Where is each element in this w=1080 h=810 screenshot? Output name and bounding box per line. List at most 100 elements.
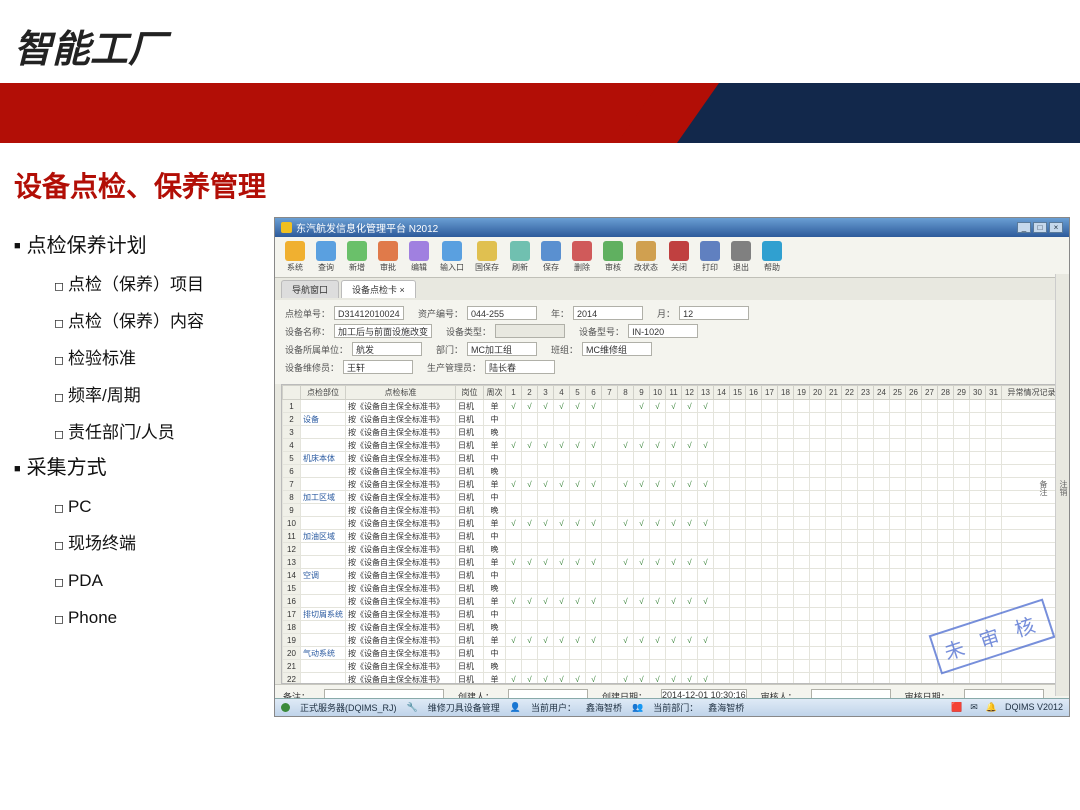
status-flag-icon: 🟥 [951,702,962,713]
input-班组[interactable]: MC维修组 [582,342,652,356]
toolbar-新增[interactable]: 新增 [343,240,371,274]
col-header[interactable]: 19 [794,386,810,400]
maximize-button[interactable]: □ [1033,222,1047,233]
table-row[interactable]: 17排切屑系统按《设备自主保全标准书》日机中 [283,608,1062,621]
col-header[interactable]: 点检部位 [301,386,346,400]
toolbar-查询[interactable]: 查询 [312,240,340,274]
table-row[interactable]: 22按《设备自主保全标准书》日机单√√√√√√√√√√√√ [283,673,1062,685]
col-header[interactable]: 3 [538,386,554,400]
toolbar-关闭[interactable]: 关闭 [665,240,693,274]
col-header[interactable]: 9 [634,386,650,400]
input-设备类型[interactable] [495,324,565,338]
status-version: DQIMS V2012 [1005,702,1063,713]
col-header[interactable]: 22 [842,386,858,400]
col-header[interactable] [283,386,301,400]
col-header[interactable]: 12 [682,386,698,400]
col-header[interactable]: 31 [986,386,1002,400]
input-月[interactable]: 12 [679,306,749,320]
titlebar[interactable]: 东汽航发信息化管理平台 N2012 _ □ × [275,218,1069,237]
statusbar: 正式服务器(DQIMS_RJ) 🔧维修刀具设备管理 👤当前用户：鑫海智桥 👥当前… [275,698,1069,716]
input-设备所属单位[interactable]: 航发 [352,342,422,356]
status-bell-icon: 🔔 [986,702,997,713]
toolbar-输入口[interactable]: 输入口 [436,240,468,274]
toolbar-打印[interactable]: 打印 [696,240,724,274]
col-header[interactable]: 1 [506,386,522,400]
minimize-button[interactable]: _ [1017,222,1031,233]
input-设备型号[interactable]: IN-1020 [628,324,698,338]
toolbar: 系统查询新增审批编辑输入口国保存刷新保存删除审核改状态关闭打印退出帮助 [275,237,1069,278]
table-row[interactable]: 10按《设备自主保全标准书》日机单√√√√√√√√√√√√ [283,517,1062,530]
col-header[interactable]: 14 [714,386,730,400]
col-header[interactable]: 4 [554,386,570,400]
col-header[interactable]: 20 [810,386,826,400]
col-header[interactable]: 10 [650,386,666,400]
input-年[interactable]: 2014 [573,306,643,320]
toolbar-国保存[interactable]: 国保存 [471,240,503,274]
col-header[interactable]: 29 [954,386,970,400]
input-设备维修员[interactable]: 王轩 [343,360,413,374]
col-header[interactable]: 18 [778,386,794,400]
table-row[interactable]: 3按《设备自主保全标准书》日机晚 [283,426,1062,439]
toolbar-系统[interactable]: 系统 [281,240,309,274]
col-header[interactable]: 28 [938,386,954,400]
toolbar-编辑[interactable]: 编辑 [405,240,433,274]
col-header[interactable]: 岗位 [456,386,484,400]
input-部门[interactable]: MC加工组 [467,342,537,356]
col-header[interactable]: 30 [970,386,986,400]
toolbar-审批[interactable]: 审批 [374,240,402,274]
input-设备名称[interactable]: 加工后与前面设施改变 [334,324,432,338]
toolbar-退出[interactable]: 退出 [727,240,755,274]
table-row[interactable]: 4按《设备自主保全标准书》日机单√√√√√√√√√√√√ [283,439,1062,452]
bullet-item: 点检（保养）内容 [14,308,274,337]
table-row[interactable]: 14空调按《设备自主保全标准书》日机中 [283,569,1062,582]
right-side-tabs[interactable]: 注销 备注 [1055,274,1069,696]
toolbar-审核[interactable]: 审核 [599,240,627,274]
input-资产编号[interactable]: 044-255 [467,306,537,320]
col-header[interactable]: 26 [906,386,922,400]
col-header[interactable]: 5 [570,386,586,400]
input-点检单号[interactable]: D31412010024 [334,306,404,320]
bullet-group-1: 点检保养计划 [14,229,274,263]
table-row[interactable]: 2设备按《设备自主保全标准书》日机中 [283,413,1062,426]
table-row[interactable]: 7按《设备自主保全标准书》日机单√√√√√√√√√√√√ [283,478,1062,491]
col-header[interactable]: 11 [666,386,682,400]
table-row[interactable]: 12按《设备自主保全标准书》日机晚 [283,543,1062,556]
toolbar-帮助[interactable]: 帮助 [758,240,786,274]
col-header[interactable]: 17 [762,386,778,400]
table-row[interactable]: 15按《设备自主保全标准书》日机晚 [283,582,1062,595]
field-部门: 部门：MC加工组 [436,342,537,356]
col-header[interactable]: 23 [858,386,874,400]
toolbar-保存[interactable]: 保存 [537,240,565,274]
input-生产管理员[interactable]: 陆长春 [485,360,555,374]
table-row[interactable]: 9按《设备自主保全标准书》日机晚 [283,504,1062,517]
table-row[interactable]: 8加工区域按《设备自主保全标准书》日机中 [283,491,1062,504]
table-row[interactable]: 5机床本体按《设备自主保全标准书》日机中 [283,452,1062,465]
tab-nav[interactable]: 导航窗口 [281,280,339,298]
toolbar-改状态[interactable]: 改状态 [630,240,662,274]
status-system: 维修刀具设备管理 [428,701,500,714]
close-button[interactable]: × [1049,222,1063,233]
col-header[interactable]: 6 [586,386,602,400]
table-row[interactable]: 1按《设备自主保全标准书》日机单√√√√√√√√√√√ [283,400,1062,413]
col-header[interactable]: 7 [602,386,618,400]
col-header[interactable]: 8 [618,386,634,400]
col-header[interactable]: 周次 [484,386,506,400]
col-header[interactable]: 24 [874,386,890,400]
col-header[interactable]: 点检标准 [346,386,456,400]
col-header[interactable]: 27 [922,386,938,400]
col-header[interactable]: 16 [746,386,762,400]
table-row[interactable]: 11加油区域按《设备自主保全标准书》日机中 [283,530,1062,543]
status-dot-icon [281,703,290,712]
col-header[interactable]: 25 [890,386,906,400]
tab-inspection[interactable]: 设备点检卡 × [341,280,416,298]
table-row[interactable]: 13按《设备自主保全标准书》日机单√√√√√√√√√√√√ [283,556,1062,569]
col-header[interactable]: 15 [730,386,746,400]
col-header[interactable]: 21 [826,386,842,400]
col-header[interactable]: 13 [698,386,714,400]
table-row[interactable]: 6按《设备自主保全标准书》日机晚 [283,465,1062,478]
toolbar-刷新[interactable]: 刷新 [506,240,534,274]
field-班组: 班组：MC维修组 [551,342,652,356]
col-header[interactable]: 2 [522,386,538,400]
table-row[interactable]: 16按《设备自主保全标准书》日机单√√√√√√√√√√√√ [283,595,1062,608]
toolbar-删除[interactable]: 删除 [568,240,596,274]
